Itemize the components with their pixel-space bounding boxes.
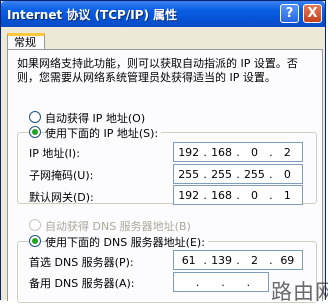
alternate-dns-label: 备用 DNS 服务器(A): [29,277,135,290]
auto-ip-radio[interactable] [29,111,41,123]
title-bar: Internet 协议 (TCP/IP) 属性 ? X [1,1,325,27]
auto-dns-label: 自动获得 DNS 服务器地址(B) [45,220,191,233]
preferred-dns-label: 首选 DNS 服务器(P): [29,256,134,269]
manual-ip-label: 使用下面的 IP 地址(S): [45,125,162,141]
manual-ip-radio[interactable] [29,126,41,138]
auto-ip-label: 自动获得 IP 地址(O) [45,112,146,125]
close-icon: X [307,6,318,21]
preferred-dns-field[interactable]: 61. 139. 2. 69 [173,250,303,270]
default-gateway-field[interactable]: 192. 168. 0. 1 [173,185,303,205]
description-text: 如果网络支持此功能，则可以获取自动指派的 IP 设置。否则，您需要从网络系统管理… [17,57,298,84]
subnet-mask-label: 子网掩码(U): [29,169,94,182]
help-icon: ? [285,6,294,21]
tab-general[interactable]: 常规 [7,33,45,50]
close-button[interactable]: X [303,4,322,23]
manual-dns-label: 使用下面的 DNS 服务器地址(E): [45,234,208,250]
manual-dns-radio[interactable] [29,235,41,247]
alternate-dns-field[interactable]: . . . [173,272,269,292]
auto-dns-radio[interactable] [29,219,41,231]
properties-dialog: Internet 协议 (TCP/IP) 属性 ? X 常规 如果网络支持此功能… [0,0,328,304]
help-button[interactable]: ? [280,4,299,23]
subnet-mask-field[interactable]: 255. 255. 255. 0 [173,164,303,184]
window-title: Internet 协议 (TCP/IP) 属性 [7,8,178,22]
watermark: 路由网 [271,280,328,304]
ip-address-field[interactable]: 192. 168. 0. 2 [173,142,303,162]
ip-address-label: IP 地址(I): [29,147,80,160]
default-gateway-label: 默认网关(D): [29,191,94,204]
